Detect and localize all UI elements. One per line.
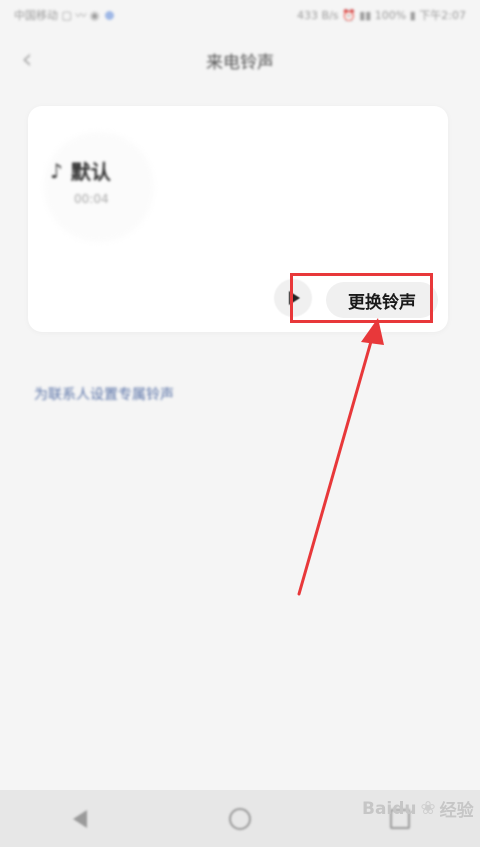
chevron-left-icon: ‹ [21, 42, 33, 75]
music-note-icon: ♪ [50, 158, 63, 183]
status-indicators: 433 B/s ⏰ ▮▮ 100% ▮ 下午2:07 [297, 9, 466, 22]
baidu-jingyan-watermark: Baidu ❀ 经验 [362, 796, 474, 821]
app-notification-icon [105, 10, 115, 20]
arrow-shaft [297, 336, 374, 596]
nav-home-button[interactable] [220, 799, 260, 839]
change-ringtone-button[interactable]: 更换铃声 [326, 282, 438, 318]
ringtone-name-row: ♪ 默认 [50, 156, 111, 185]
nav-back-button[interactable] [60, 799, 100, 839]
contact-ringtone-link[interactable]: 为联系人设置专属铃声 [24, 368, 219, 420]
app-header: ‹ 来电铃声 [0, 38, 480, 82]
play-button[interactable] [274, 279, 312, 317]
ringtone-card: ♪ 默认 00:04 更换铃声 [28, 106, 448, 332]
triangle-back-icon [73, 809, 87, 828]
ringtone-artwork [44, 132, 154, 242]
watermark-logo-text: Baidu [362, 798, 417, 819]
ringtone-name: 默认 [70, 160, 111, 184]
back-button[interactable]: ‹ [12, 44, 42, 74]
ringtone-duration: 00:04 [74, 192, 109, 206]
status-left: 中国移动 ▢ 〰 ◉ [14, 7, 115, 23]
paw-icon: ❀ [420, 798, 436, 819]
watermark-suffix: 经验 [439, 801, 474, 821]
status-bar: 中国移动 ▢ 〰 ◉ 433 B/s ⏰ ▮▮ 100% ▮ 下午2:07 [0, 0, 480, 30]
carrier-text: 中国移动 ▢ 〰 ◉ [14, 9, 100, 22]
status-right: 433 B/s ⏰ ▮▮ 100% ▮ 下午2:07 [297, 7, 466, 23]
circle-home-icon [229, 807, 251, 830]
page-title: 来电铃声 [206, 52, 274, 73]
play-icon [289, 291, 300, 305]
